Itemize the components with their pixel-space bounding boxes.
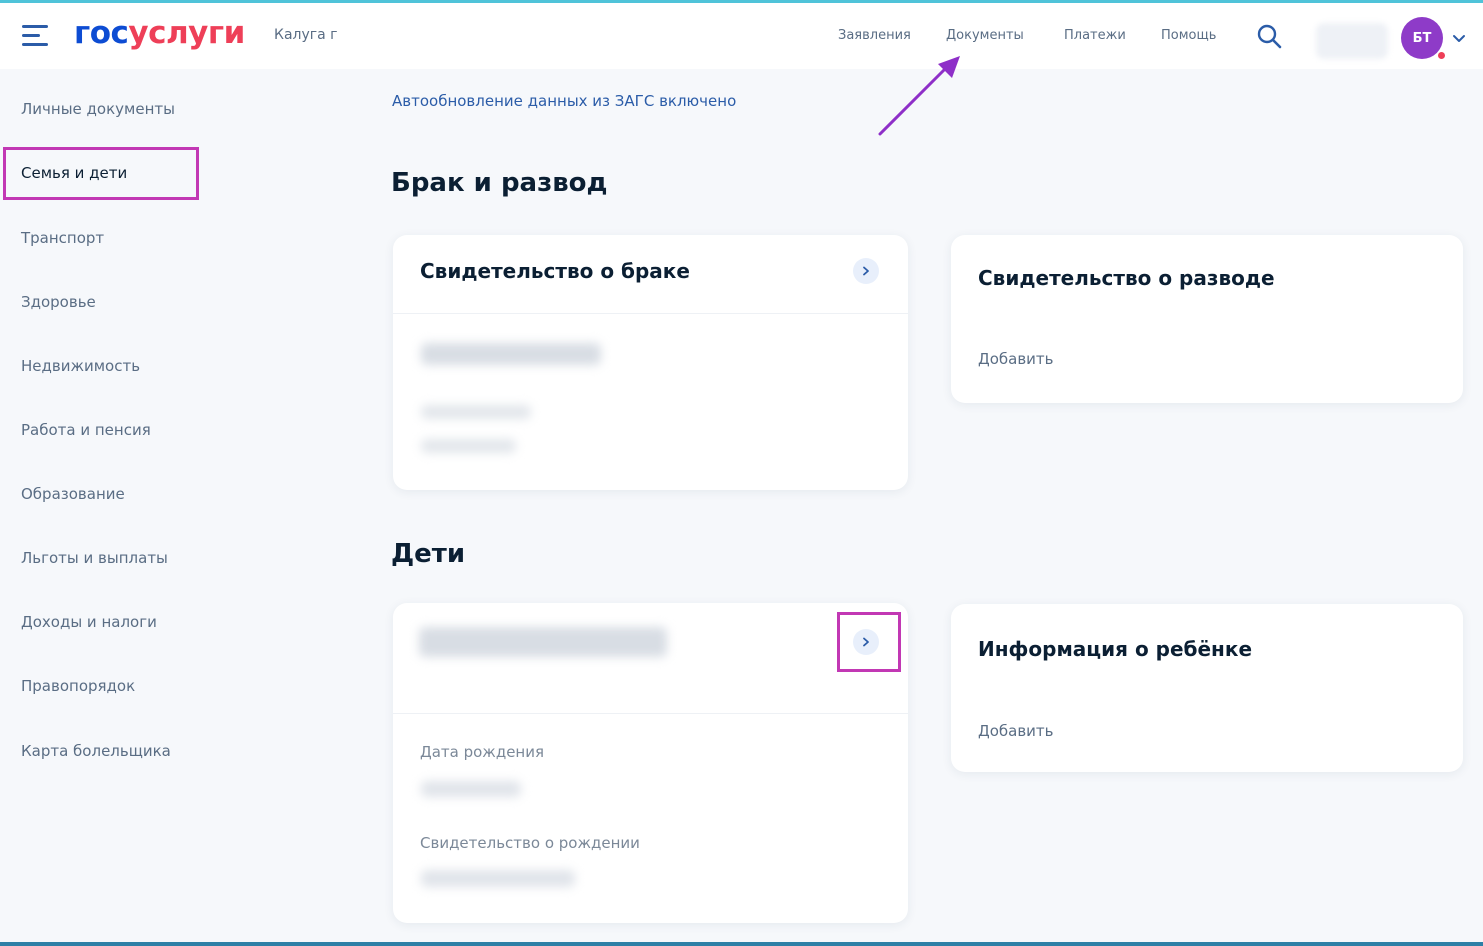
hamburger-icon[interactable] [22,25,48,47]
zags-autoupdate-notice[interactable]: Автообновление данных из ЗАГС включено [392,92,736,110]
blurred-value [421,405,531,419]
section-title-marriage: Брак и развод [391,168,608,198]
add-child-info-link[interactable]: Добавить [978,722,1054,740]
blurred-value [421,439,516,453]
nav-help[interactable]: Помощь [1161,28,1216,43]
sidebar-item-benefits[interactable]: Льготы и выплаты [21,546,168,570]
sidebar-item-transport[interactable]: Транспорт [21,226,104,250]
blurred-child-name [419,627,667,657]
sidebar-item-fan-card[interactable]: Карта болельщика [21,739,171,763]
marriage-certificate-card[interactable]: Свидетельство о браке [393,235,908,490]
card-divider [393,313,908,314]
blurred-birth-date [421,781,521,797]
chevron-right-icon[interactable] [853,258,879,284]
blurred-birth-certificate [421,870,575,887]
sidebar-item-income-taxes[interactable]: Доходы и налоги [21,610,157,634]
nav-payments[interactable]: Платежи [1064,28,1126,43]
add-divorce-link[interactable]: Добавить [978,350,1054,368]
active-item-highlight [3,147,199,200]
bottom-frame-border [0,942,1483,946]
user-name-blurred[interactable] [1316,23,1388,59]
sidebar-item-health[interactable]: Здоровье [21,290,96,314]
nav-documents[interactable]: Документы [946,28,1024,43]
card-title: Свидетельство о разводе [978,266,1275,290]
sidebar-item-real-estate[interactable]: Недвижимость [21,354,140,378]
child-card[interactable]: Дата рождения Свидетельство о рождении [393,603,908,923]
card-divider [393,713,908,714]
child-info-card[interactable]: Информация о ребёнке Добавить [951,604,1463,772]
search-icon[interactable] [1256,23,1282,49]
sidebar-item-personal-documents[interactable]: Личные документы [21,97,175,121]
child-arrow-highlight [837,612,901,672]
sidebar-item-work-pension[interactable]: Работа и пенсия [21,418,151,442]
card-title: Информация о ребёнке [978,637,1253,661]
city-selector[interactable]: Калуга г [274,27,338,43]
gosuslugi-logo[interactable]: госуслуги [74,15,245,51]
annotation-arrow-icon [878,56,960,136]
nav-applications[interactable]: Заявления [838,28,911,43]
divorce-certificate-card[interactable]: Свидетельство о разводе Добавить [951,235,1463,403]
header: госуслуги Калуга г Заявления Документы П… [0,3,1483,69]
card-title: Свидетельство о браке [420,259,690,283]
section-title-children: Дети [391,539,466,569]
birth-certificate-label: Свидетельство о рождении [420,834,640,852]
sidebar-item-law-order[interactable]: Правопорядок [21,674,135,698]
sidebar-item-education[interactable]: Образование [21,482,125,506]
chevron-down-icon[interactable] [1452,33,1466,45]
notification-dot [1437,51,1446,60]
blurred-value [421,343,601,365]
birth-date-label: Дата рождения [420,743,544,761]
